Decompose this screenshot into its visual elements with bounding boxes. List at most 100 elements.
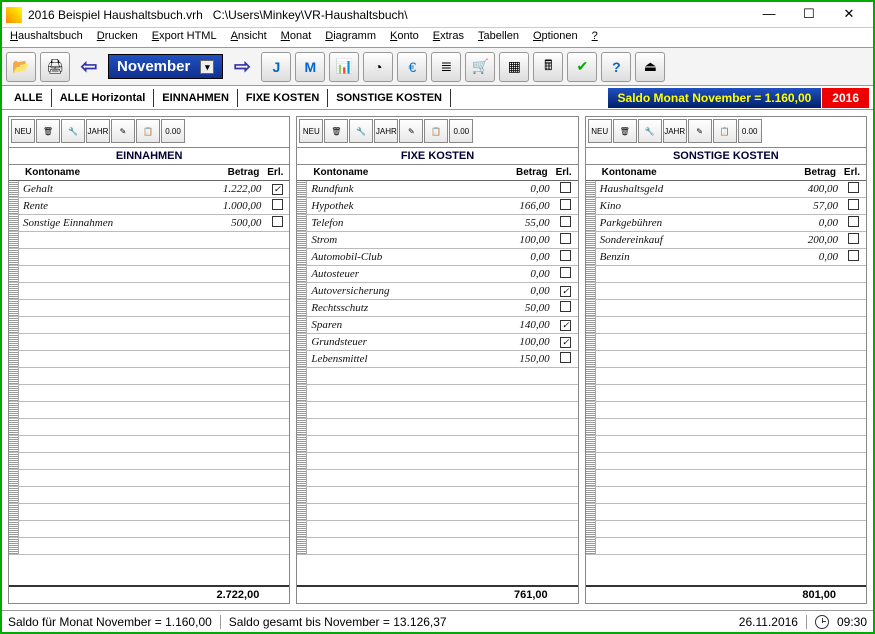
menu-konto[interactable]: Konto xyxy=(390,30,419,45)
forward-arrow-icon[interactable]: ⇨ xyxy=(227,53,257,81)
mini-📋[interactable]: 📋 xyxy=(424,119,448,143)
table-row[interactable]: Haushaltsgeld400,00 xyxy=(586,181,866,198)
maximize-button[interactable]: ☐ xyxy=(789,3,829,27)
calc-icon[interactable]: 🖩 xyxy=(533,52,563,82)
cell-erl[interactable] xyxy=(842,216,866,230)
table-row[interactable]: Sondereinkauf200,00 xyxy=(586,232,866,249)
cell-erl[interactable] xyxy=(554,182,578,196)
mini-🗑[interactable]: 🗑 xyxy=(613,119,637,143)
letter-j-icon[interactable]: J xyxy=(261,52,291,82)
list-icon[interactable]: ≣ xyxy=(431,52,461,82)
exit-icon[interactable]: ⏏ xyxy=(635,52,665,82)
mini-jahr[interactable]: JAHR xyxy=(374,119,398,143)
cell-erl[interactable] xyxy=(842,250,866,264)
cell-erl[interactable]: ✓ xyxy=(265,183,289,195)
cell-erl[interactable] xyxy=(554,233,578,247)
tab-sonstige-kosten[interactable]: SONSTIGE KOSTEN xyxy=(328,89,451,107)
printer-icon[interactable]: 🖨 xyxy=(40,52,70,82)
euro-icon[interactable]: € xyxy=(397,52,427,82)
mini-✎[interactable]: ✎ xyxy=(111,119,135,143)
menu-?[interactable]: ? xyxy=(592,30,598,45)
table-row[interactable]: Rundfunk0,00 xyxy=(297,181,577,198)
table-row[interactable]: Autoversicherung0,00✓ xyxy=(297,283,577,300)
cell-name: Automobil-Club xyxy=(307,251,493,263)
menu-diagramm[interactable]: Diagramm xyxy=(325,30,376,45)
cell-erl[interactable] xyxy=(554,250,578,264)
minimize-button[interactable]: — xyxy=(749,3,789,27)
table-row[interactable]: Gehalt1.222,00✓ xyxy=(9,181,289,198)
menu-tabellen[interactable]: Tabellen xyxy=(478,30,519,45)
cell-erl[interactable] xyxy=(554,216,578,230)
menu-extras[interactable]: Extras xyxy=(433,30,464,45)
cell-erl[interactable] xyxy=(842,182,866,196)
chevron-down-icon[interactable]: ▾ xyxy=(200,60,214,74)
table-row[interactable]: Rente1.000,00 xyxy=(9,198,289,215)
table-row[interactable]: Telefon55,00 xyxy=(297,215,577,232)
mini-📋[interactable]: 📋 xyxy=(136,119,160,143)
back-arrow-icon[interactable]: ⇦ xyxy=(74,53,104,81)
cell-erl[interactable]: ✓ xyxy=(554,319,578,331)
mini-0.00[interactable]: 0.00 xyxy=(161,119,185,143)
mini-neu[interactable]: NEU xyxy=(588,119,612,143)
chart-icon[interactable]: 📊 xyxy=(329,52,359,82)
cart-icon[interactable]: 🛒 xyxy=(465,52,495,82)
cell-erl[interactable] xyxy=(554,199,578,213)
table-row[interactable]: Strom100,00 xyxy=(297,232,577,249)
table-row[interactable]: Parkgebühren0,00 xyxy=(586,215,866,232)
cell-erl[interactable]: ✓ xyxy=(554,336,578,348)
letter-m-icon[interactable]: M xyxy=(295,52,325,82)
mini-jahr[interactable]: JAHR xyxy=(663,119,687,143)
mini-neu[interactable]: NEU xyxy=(11,119,35,143)
table-row[interactable]: Grundsteuer100,00✓ xyxy=(297,334,577,351)
mini-🗑[interactable]: 🗑 xyxy=(324,119,348,143)
cell-erl[interactable] xyxy=(842,199,866,213)
menu-optionen[interactable]: Optionen xyxy=(533,30,578,45)
table-row[interactable]: Benzin0,00 xyxy=(586,249,866,266)
table-row[interactable]: Autosteuer0,00 xyxy=(297,266,577,283)
mini-0.00[interactable]: 0.00 xyxy=(738,119,762,143)
cell-erl[interactable] xyxy=(554,301,578,315)
tab-fixe-kosten[interactable]: FIXE KOSTEN xyxy=(238,89,328,107)
tab-einnahmen[interactable]: EINNAHMEN xyxy=(154,89,238,107)
mini-jahr[interactable]: JAHR xyxy=(86,119,110,143)
mini-✎[interactable]: ✎ xyxy=(399,119,423,143)
table-row[interactable]: Automobil-Club0,00 xyxy=(297,249,577,266)
mini-🗑[interactable]: 🗑 xyxy=(36,119,60,143)
mini-🔧[interactable]: 🔧 xyxy=(349,119,373,143)
pie-icon[interactable]: ◔ xyxy=(363,52,393,82)
menu-monat[interactable]: Monat xyxy=(281,30,312,45)
check-icon[interactable]: ✔ xyxy=(567,52,597,82)
cell-erl[interactable] xyxy=(842,233,866,247)
close-button[interactable]: ✕ xyxy=(829,3,869,27)
year-box: 2016 xyxy=(822,88,869,108)
mini-🔧[interactable]: 🔧 xyxy=(638,119,662,143)
table-row[interactable]: Lebensmittel150,00 xyxy=(297,351,577,368)
folder-icon[interactable]: 📂 xyxy=(6,52,36,82)
tab-alle[interactable]: ALLE xyxy=(6,89,52,107)
menu-export-html[interactable]: Export HTML xyxy=(152,30,217,45)
help-icon[interactable]: ? xyxy=(601,52,631,82)
table-row[interactable]: Hypothek166,00 xyxy=(297,198,577,215)
table-row xyxy=(297,538,577,555)
menu-haushaltsbuch[interactable]: Haushaltsbuch xyxy=(10,30,83,45)
cell-amount: 166,00 xyxy=(494,200,554,212)
mini-🔧[interactable]: 🔧 xyxy=(61,119,85,143)
table-row[interactable]: Rechtsschutz50,00 xyxy=(297,300,577,317)
month-dropdown[interactable]: November▾ xyxy=(108,54,223,79)
mini-0.00[interactable]: 0.00 xyxy=(449,119,473,143)
cell-erl[interactable] xyxy=(265,199,289,213)
table-row[interactable]: Sonstige Einnahmen500,00 xyxy=(9,215,289,232)
table-row[interactable]: Kino57,00 xyxy=(586,198,866,215)
mini-neu[interactable]: NEU xyxy=(299,119,323,143)
mini-✎[interactable]: ✎ xyxy=(688,119,712,143)
cell-erl[interactable]: ✓ xyxy=(554,285,578,297)
table-row[interactable]: Sparen140,00✓ xyxy=(297,317,577,334)
grid-icon[interactable]: ▦ xyxy=(499,52,529,82)
cell-erl[interactable] xyxy=(554,267,578,281)
tab-alle-horizontal[interactable]: ALLE Horizontal xyxy=(52,89,155,107)
mini-📋[interactable]: 📋 xyxy=(713,119,737,143)
menu-ansicht[interactable]: Ansicht xyxy=(231,30,267,45)
menu-drucken[interactable]: Drucken xyxy=(97,30,138,45)
cell-erl[interactable] xyxy=(265,216,289,230)
cell-erl[interactable] xyxy=(554,352,578,366)
